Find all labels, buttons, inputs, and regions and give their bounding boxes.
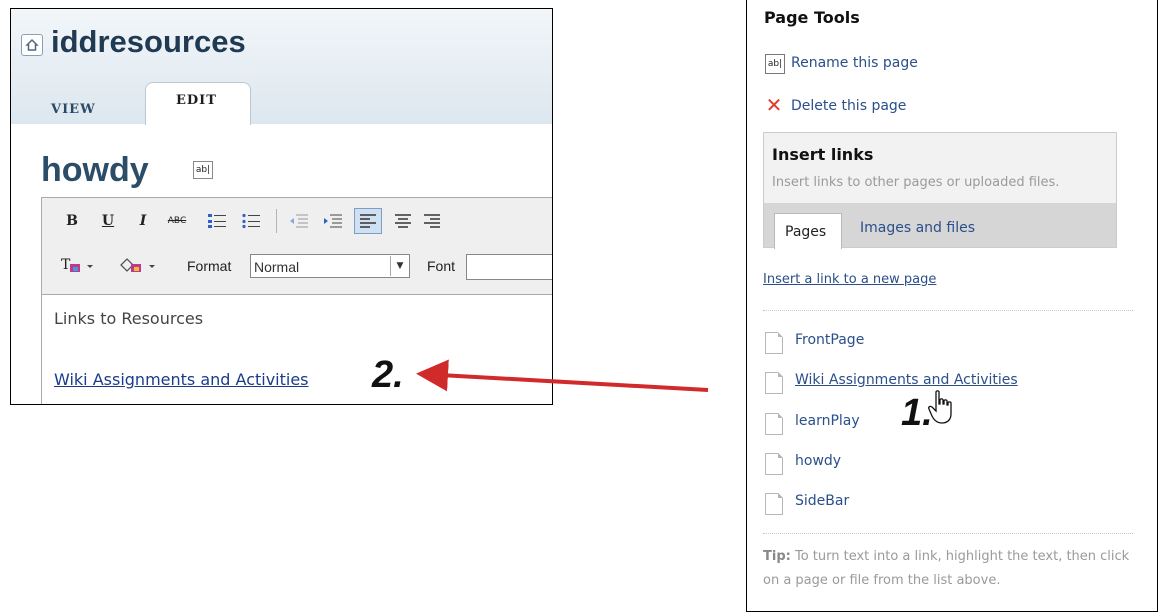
page-icon <box>765 493 783 515</box>
page-tools-panel: Page Tools ab| Rename this page ✕ Delete… <box>746 0 1158 612</box>
hand-cursor-icon <box>928 390 952 424</box>
page-icon <box>765 372 783 394</box>
page-icon <box>765 413 783 435</box>
page-tools-title: Page Tools <box>764 8 860 27</box>
tip-body: To turn text into a link, highlight the … <box>763 549 1130 588</box>
insert-new-page-link[interactable]: Insert a link to a new page <box>763 272 936 287</box>
divider <box>763 310 1133 311</box>
insert-links-tabbar: Pages Images and files <box>764 203 1116 249</box>
divider <box>763 533 1133 534</box>
page-link[interactable]: howdy <box>795 453 841 469</box>
insert-links-box: Insert links Insert links to other pages… <box>763 132 1117 249</box>
rename-page-link[interactable]: Rename this page <box>791 55 918 71</box>
delete-icon[interactable]: ✕ <box>765 95 783 115</box>
page-link[interactable]: SideBar <box>795 493 849 509</box>
page-link[interactable]: learnPlay <box>795 413 860 429</box>
tab-pages[interactable]: Pages <box>774 213 842 249</box>
insert-links-description: Insert links to other pages or uploaded … <box>772 175 1060 190</box>
page-link[interactable]: Wiki Assignments and Activities <box>795 372 1018 388</box>
page-link[interactable]: FrontPage <box>795 332 864 348</box>
insert-links-title: Insert links <box>772 145 874 164</box>
page-icon <box>765 453 783 475</box>
delete-page-link[interactable]: Delete this page <box>791 98 906 114</box>
tip-label: Tip: <box>763 549 791 564</box>
tab-images-and-files[interactable]: Images and files <box>860 220 975 236</box>
rename-icon[interactable]: ab| <box>765 54 785 74</box>
tip-text: Tip: To turn text into a link, highlight… <box>763 545 1147 593</box>
page-icon <box>765 332 783 354</box>
tab-pages-label: Pages <box>785 224 827 240</box>
